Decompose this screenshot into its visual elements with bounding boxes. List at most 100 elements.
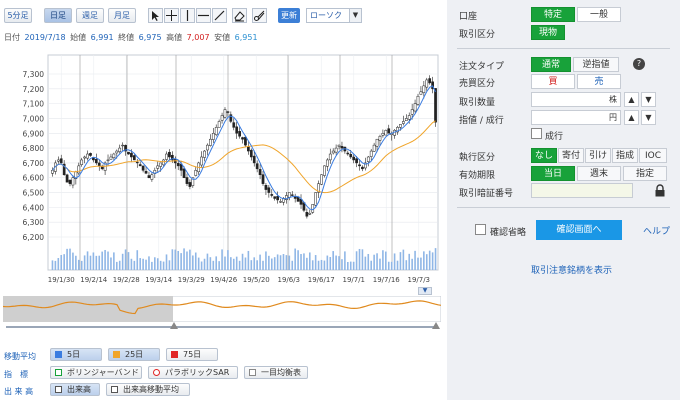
- condition-sashinari-button[interactable]: 指成: [612, 148, 638, 163]
- volume-bar: [382, 250, 384, 270]
- collapse-icon[interactable]: ▼: [418, 287, 432, 295]
- close-label: 終値: [118, 33, 135, 42]
- qty-up-icon[interactable]: ▲: [624, 92, 639, 107]
- volume-bar: [186, 251, 188, 270]
- condition-ioc-button[interactable]: IOC: [639, 148, 667, 163]
- side-label: 売買区分: [459, 79, 496, 89]
- help-link[interactable]: ヘルプ: [643, 224, 670, 237]
- expiry-weekend-button[interactable]: 週末: [577, 166, 621, 181]
- candle: [223, 107, 227, 119]
- cursor-icon[interactable]: [148, 8, 163, 23]
- bollinger-toggle[interactable]: ボリンジャーバンド: [50, 366, 142, 379]
- volume-section-label: 出 来 高: [4, 387, 34, 396]
- period-week-button[interactable]: 週足: [76, 8, 104, 23]
- qty-down-icon[interactable]: ▼: [641, 92, 656, 107]
- candle: [226, 110, 230, 117]
- market-order-checkbox[interactable]: [531, 128, 542, 139]
- condition-none-button[interactable]: なし: [531, 148, 557, 163]
- y-tick-label: 6,400: [23, 203, 45, 212]
- candlestick-chart[interactable]: 7,300 7,200 7,100 7,000 6,900 6,800 6,700 6,600…: [0, 50, 447, 290]
- candle: [176, 160, 180, 171]
- volume-ma-toggle[interactable]: 出来高移動平均: [106, 383, 190, 396]
- skip-confirm-checkbox[interactable]: [475, 224, 486, 235]
- volume-bar: [69, 248, 71, 270]
- low-value: 6,951: [234, 33, 258, 42]
- order-type-stop-button[interactable]: 逆指値: [573, 57, 619, 72]
- x-tick-label: 19/3/14: [145, 276, 173, 284]
- help-icon[interactable]: ?: [633, 58, 645, 70]
- pin-input[interactable]: [531, 183, 633, 198]
- expiry-date-button[interactable]: 指定: [623, 166, 667, 181]
- candle: [393, 128, 396, 139]
- candle: [387, 124, 391, 134]
- vertical-line-icon[interactable]: [180, 8, 195, 23]
- volume-bar: [212, 260, 215, 270]
- overview-navigator[interactable]: [3, 296, 441, 322]
- account-tokutei-button[interactable]: 特定: [531, 7, 575, 22]
- volume-toggle[interactable]: 出来高: [50, 383, 100, 396]
- volume-bar: [349, 261, 352, 270]
- confirm-button[interactable]: 確認画面へ: [536, 220, 622, 240]
- chevron-down-icon[interactable]: ▼: [349, 9, 361, 22]
- qty-label: 取引数量: [459, 98, 496, 108]
- price-up-icon[interactable]: ▲: [624, 110, 639, 125]
- range-handle-right[interactable]: [432, 322, 440, 329]
- price-down-icon[interactable]: ▼: [641, 110, 656, 125]
- scissors-icon[interactable]: [252, 8, 267, 23]
- price-input[interactable]: 円: [531, 110, 621, 125]
- period-day-button[interactable]: 日足: [44, 8, 72, 23]
- volume-bar: [408, 253, 411, 270]
- horizontal-line-icon[interactable]: [196, 8, 211, 23]
- condition-label: 執行区分: [459, 153, 496, 163]
- crosshair-icon[interactable]: [164, 8, 179, 23]
- condition-open-button[interactable]: 寄付: [558, 148, 584, 163]
- period-month-button[interactable]: 月足: [108, 8, 136, 23]
- x-axis: 19/1/30 19/2/14 19/2/28 19/3/14 19/3/29 19/4/…: [48, 276, 430, 284]
- notice-link[interactable]: 取引注意銘柄を表示: [531, 263, 612, 276]
- x-tick-label: 19/5/20: [243, 276, 270, 284]
- volume-bar: [130, 258, 133, 270]
- order-type-normal-button[interactable]: 通常: [531, 57, 571, 72]
- volume-bar: [428, 250, 431, 270]
- qty-input[interactable]: 株: [531, 92, 621, 107]
- order-type-label: 注文タイプ: [459, 62, 505, 72]
- account-ippan-button[interactable]: 一般: [577, 7, 621, 22]
- condition-close-button[interactable]: 引け: [585, 148, 611, 163]
- chart-panel: 5分足 日足 週足 月足 更新 ローソク ▼ 日付 2019/7/18 始値 6…: [0, 0, 447, 400]
- update-button[interactable]: 更新: [278, 8, 300, 23]
- ma25-toggle[interactable]: 25日: [108, 348, 160, 361]
- ma5-toggle[interactable]: 5日: [50, 348, 102, 361]
- y-tick-label: 6,600: [23, 174, 45, 183]
- volume-bar: [262, 260, 264, 270]
- candle: [235, 121, 239, 139]
- side-sell-button[interactable]: 売: [577, 74, 621, 89]
- divider: [457, 207, 670, 208]
- side-buy-button[interactable]: 買: [531, 74, 575, 89]
- volume-bar: [320, 259, 323, 270]
- parabolic-toggle[interactable]: パラボリックSAR: [148, 366, 238, 379]
- range-slider-track[interactable]: [6, 326, 438, 328]
- trend-line-icon[interactable]: [212, 8, 227, 23]
- ichimoku-icon: [249, 369, 256, 376]
- bollinger-icon: [55, 369, 62, 376]
- volume-bar: [417, 257, 419, 270]
- volume-bar: [104, 249, 106, 270]
- volume-bar: [145, 259, 147, 270]
- ichimoku-toggle[interactable]: 一目均衡表: [244, 366, 308, 379]
- trade-type-genbutsu-button[interactable]: 現物: [531, 25, 565, 40]
- candle: [132, 154, 136, 161]
- range-handle-left[interactable]: [170, 322, 178, 329]
- volume-bar: [253, 257, 256, 270]
- ma75-toggle[interactable]: 75日: [166, 348, 218, 361]
- chart-type-select[interactable]: ローソク ▼: [306, 8, 362, 23]
- candle: [314, 192, 317, 207]
- candle: [194, 166, 198, 177]
- expiry-today-button[interactable]: 当日: [531, 166, 575, 181]
- volume-bar: [355, 251, 358, 270]
- period-5min-button[interactable]: 5分足: [4, 8, 32, 23]
- volume-bar: [80, 260, 83, 270]
- volume-bar: [139, 258, 141, 270]
- market-order-label: 成行: [545, 132, 564, 142]
- volume-bar: [335, 255, 337, 270]
- eraser-icon[interactable]: [232, 8, 247, 23]
